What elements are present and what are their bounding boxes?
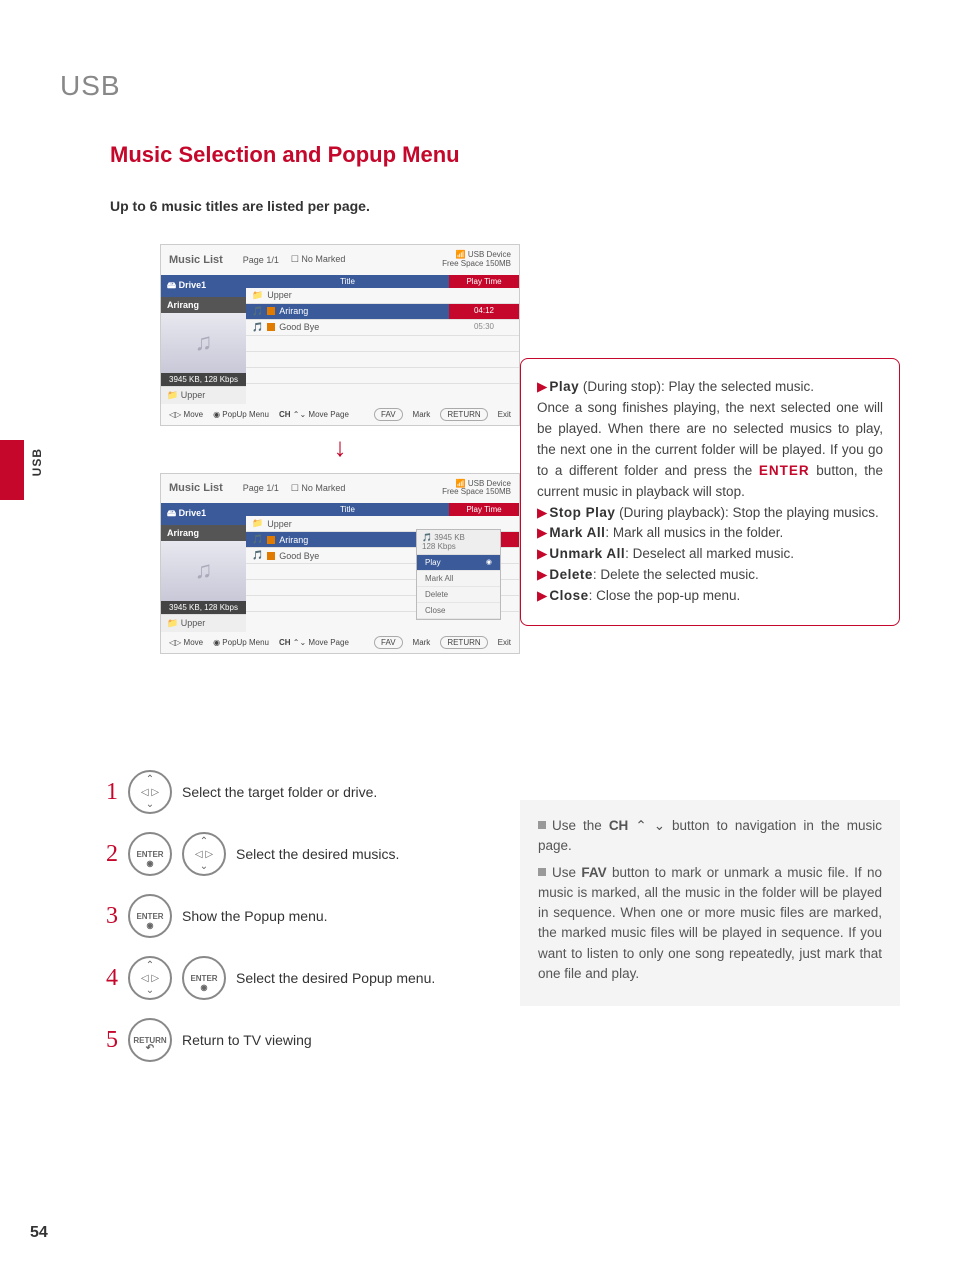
enter-button-icon: ENTER [128, 832, 172, 876]
table-row [246, 336, 519, 352]
desc-close-label: Close [549, 588, 588, 603]
folder-label: Arirang [161, 297, 246, 313]
step-2: 2 ENTER ◁ ▷ Select the desired musics. [100, 832, 500, 876]
nav-button-icon: ◁ ▷ [128, 956, 172, 1000]
steps-list: 1 ◁ ▷ Select the target folder or drive.… [100, 770, 500, 1080]
enter-button-icon: ENTER [128, 894, 172, 938]
table-row: Upper [246, 288, 519, 304]
music-thumb-icon: ♫ [161, 313, 246, 373]
bullet-icon [538, 868, 546, 876]
col-playtime: Play Time [449, 275, 519, 288]
arrow-down-icon: ↓ [160, 432, 520, 463]
drive-label: Drive1 [161, 275, 246, 297]
nav-button-icon: ◁ ▷ [182, 832, 226, 876]
col-title: Title [246, 275, 449, 288]
enter-button-icon: ENTER [182, 956, 226, 1000]
chevron-up-icon: ⌃ [635, 818, 646, 833]
nav-button-icon: ◁ ▷ [128, 770, 172, 814]
side-tab [0, 440, 24, 500]
desc-markall-label: Mark All [549, 525, 605, 540]
desc-unmarkall-label: Unmark All [549, 546, 625, 561]
fav-pill: FAV [374, 408, 403, 421]
enter-keyword: ENTER [759, 463, 810, 478]
desc-play-label: Play [549, 379, 579, 394]
popup-item-play: Play [417, 555, 500, 571]
usb-device-label: USB Device [456, 250, 511, 259]
popup-item-delete: Delete [417, 587, 500, 603]
popup-menu: 3945 KB128 Kbps Play Mark All Delete Clo… [416, 529, 501, 620]
step-4: 4 ◁ ▷ ENTER Select the desired Popup men… [100, 956, 500, 1000]
chevron-down-icon: ⌄ [654, 818, 665, 833]
screen-after: Music List Page 1/1 ☐ No Marked USB Devi… [160, 473, 520, 655]
step-5: 5 RETURN Return to TV viewing [100, 1018, 500, 1062]
step-1: 1 ◁ ▷ Select the target folder or drive. [100, 770, 500, 814]
section-header: USB [60, 70, 894, 102]
return-pill: RETURN [440, 408, 487, 421]
table-row [246, 368, 519, 384]
triangle-icon: ▶ [537, 379, 547, 394]
table-row: Good Bye05:30 [246, 320, 519, 336]
screen-before: Music List Page 1/1 ☐ No Marked USB Devi… [160, 244, 520, 426]
popup-info: 3945 KB128 Kbps [417, 530, 500, 555]
return-button-icon: RETURN [128, 1018, 172, 1062]
table-row [246, 352, 519, 368]
file-info: 3945 KB, 128 Kbps [161, 373, 246, 386]
upper-folder-left: Upper [161, 386, 246, 404]
screen-footer: Move PopUp Menu CHMove Page FAV Mark RET… [161, 404, 519, 425]
bullet-icon [538, 821, 546, 829]
table-row: Arirang04:12 [246, 304, 519, 320]
popup-item-close: Close [417, 603, 500, 619]
mark-icon [267, 323, 275, 331]
no-marked-label: ☐ No Marked [291, 254, 346, 265]
page-title: Music Selection and Popup Menu [110, 142, 894, 168]
step-3: 3 ENTER Show the Popup menu. [100, 894, 500, 938]
tips-box: Use the CH ⌃ ⌄ button to navigation in t… [520, 800, 900, 1006]
mark-icon [267, 307, 275, 315]
free-space-label: Free Space 150MB [442, 259, 511, 268]
screen-title: Music List [169, 254, 223, 266]
intro-text: Up to 6 music titles are listed per page… [110, 198, 894, 214]
desc-delete-label: Delete [549, 567, 593, 582]
description-box: ▶Play (During stop): Play the selected m… [520, 358, 900, 626]
desc-stop-label: Stop Play [549, 505, 615, 520]
side-label: USB [30, 448, 44, 476]
page-number: 54 [30, 1224, 48, 1242]
page-indicator: Page 1/1 [243, 255, 279, 265]
popup-item-markall: Mark All [417, 571, 500, 587]
